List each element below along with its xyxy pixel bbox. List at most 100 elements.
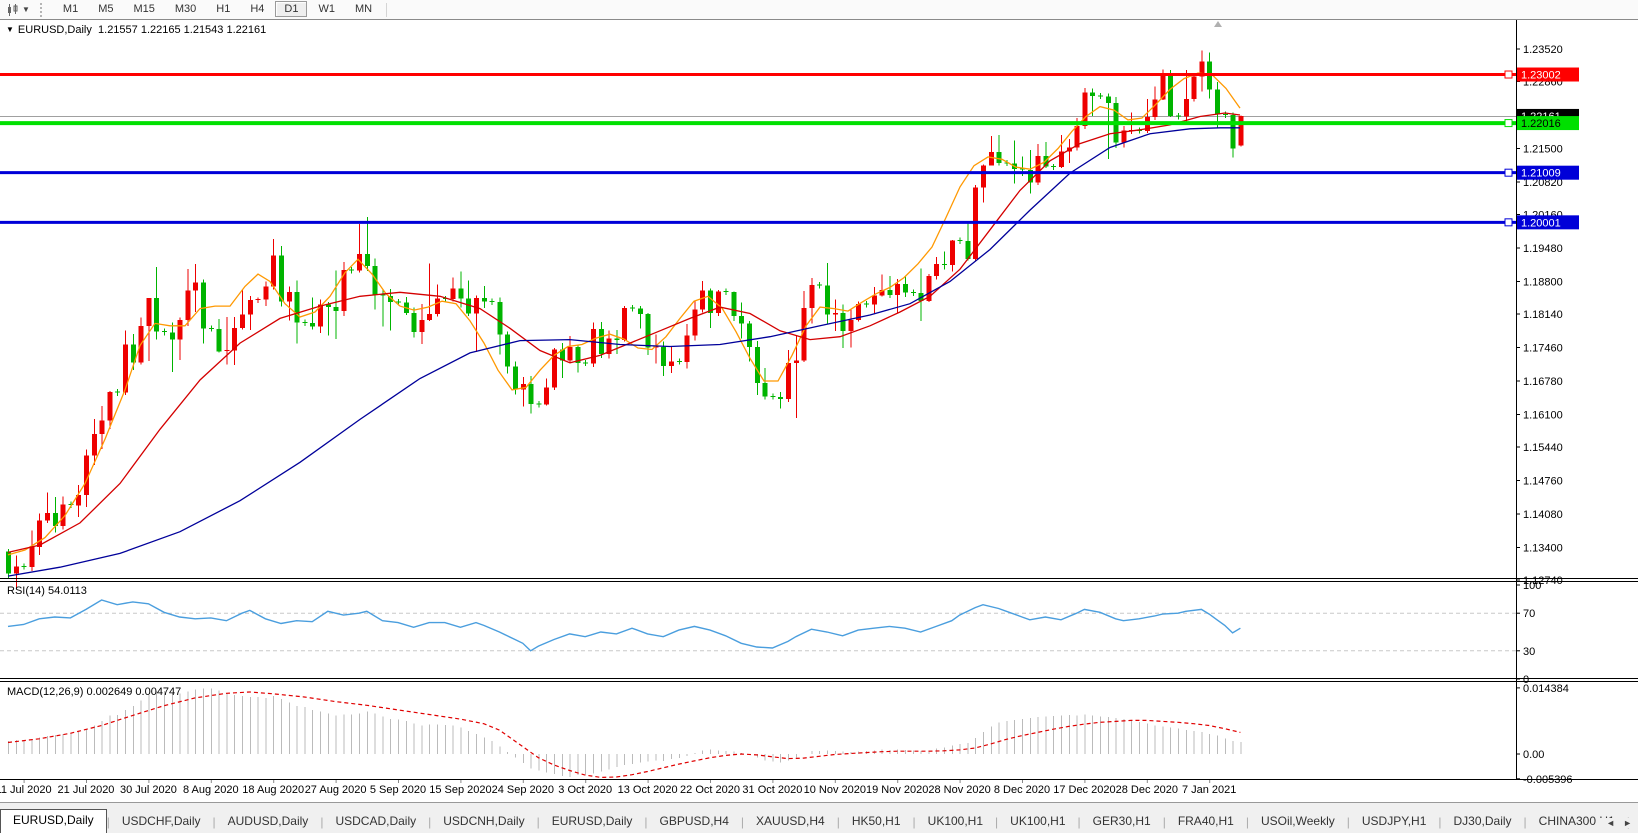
candle-body [201, 282, 206, 329]
candle-body [676, 360, 682, 362]
candle-body [1051, 166, 1057, 168]
candle-body [419, 319, 425, 333]
candle-body [154, 298, 160, 332]
candle-body [481, 297, 487, 302]
symbol-tab-eurusd-daily[interactable]: EURUSD,Daily [540, 811, 645, 833]
rsi-axis-label: 30 [1523, 646, 1535, 658]
candle-body [286, 291, 292, 302]
chart-canvas[interactable]: 1.235201.228601.215001.208201.201601.194… [0, 0, 1638, 802]
candle-body [544, 387, 550, 405]
candle-body [817, 284, 823, 286]
symbol-tab-eurusd-daily[interactable]: EURUSD,Daily [0, 809, 107, 833]
candle-body [996, 151, 1002, 163]
price-tick-label: 1.18140 [1523, 309, 1563, 321]
date-tick-label: 21 Jul 2020 [58, 784, 115, 796]
candle-body [193, 282, 199, 291]
symbol-tab-usdcad-daily[interactable]: USDCAD,Daily [323, 811, 428, 833]
symbol-tab-uk100-h1[interactable]: UK100,H1 [916, 811, 995, 833]
candle-body [185, 290, 191, 320]
candle-body [567, 347, 573, 361]
date-tick-label: 15 Sep 2020 [429, 784, 491, 796]
candle-body [1035, 155, 1041, 183]
symbol-tab-dj30-daily[interactable]: DJ30,Daily [1442, 811, 1524, 833]
tab-scroll-arrows: ◄ ► [1596, 818, 1636, 828]
macd-axis-label: 0.00 [1523, 749, 1544, 761]
symbol-tab-audusd-daily[interactable]: AUDUSD,Daily [216, 811, 321, 833]
price-label-text: 1.22016 [1521, 118, 1561, 130]
symbol-tab-fra40-h1[interactable]: FRA40,H1 [1166, 811, 1246, 833]
price-tick-label: 1.23520 [1523, 44, 1563, 56]
candle-body [271, 255, 277, 287]
candle-body [1168, 75, 1174, 116]
candle-body [1082, 92, 1088, 126]
candle-body [458, 288, 464, 299]
candle-body [630, 307, 635, 309]
candle-body [513, 366, 518, 390]
candle-body [793, 360, 799, 363]
candle-body [349, 269, 355, 271]
symbol-tab-gbpusd-h4[interactable]: GBPUSD,H4 [648, 811, 741, 833]
tab-scroll-left-icon[interactable]: ◄ [1606, 818, 1615, 828]
candle-body [1191, 76, 1197, 99]
hline-handle[interactable] [1504, 168, 1513, 177]
candle-body [13, 566, 19, 574]
candle-body [731, 291, 737, 316]
candle-body [255, 299, 261, 301]
candle-body [162, 331, 167, 333]
candle-body [895, 283, 901, 295]
candle-body [840, 313, 846, 332]
candle-body [903, 283, 908, 293]
candle-body [715, 291, 721, 314]
symbol-tab-usdjpy-h1[interactable]: USDJPY,H1 [1350, 811, 1438, 833]
rsi-axis-label: 70 [1523, 608, 1535, 620]
date-tick-label: 17 Dec 2020 [1053, 784, 1115, 796]
chart-background [0, 20, 1638, 802]
date-tick-label: 19 Nov 2020 [866, 784, 928, 796]
candle-body [770, 395, 776, 397]
candle-body [1152, 99, 1158, 117]
candle-body [981, 165, 986, 188]
symbol-tab-ger30-h1[interactable]: GER30,H1 [1081, 811, 1163, 833]
candle-body [91, 434, 97, 456]
candle-body [45, 513, 50, 521]
candle-body [279, 255, 284, 302]
price-label-text: 1.23002 [1521, 70, 1561, 82]
symbol-tab-usdcnh-daily[interactable]: USDCNH,Daily [431, 811, 536, 833]
candle-body [887, 289, 893, 295]
candle-body [364, 253, 370, 267]
candle-body [645, 314, 651, 348]
candle-body [1222, 114, 1228, 116]
symbol-tab-uk100-h1[interactable]: UK100,H1 [998, 811, 1077, 833]
candle-body [115, 391, 121, 393]
candle-body [864, 303, 869, 305]
symbol-tab-usdchf-daily[interactable]: USDCHF,Daily [110, 811, 213, 833]
candle-body [762, 382, 768, 397]
candle-body [435, 298, 440, 315]
candle-body [871, 295, 877, 305]
hline-handle[interactable] [1504, 218, 1513, 227]
symbol-tab-xauusd-h4[interactable]: XAUUSD,H4 [744, 811, 837, 833]
candle-body [224, 349, 230, 351]
candle-body [598, 328, 604, 354]
candle-body [489, 301, 495, 303]
candle-body [240, 314, 245, 328]
candle-body [988, 151, 994, 166]
symbol-tab-usoil-weekly[interactable]: USOil,Weekly [1249, 811, 1347, 833]
symbol-tab-hk50-h1[interactable]: HK50,H1 [840, 811, 913, 833]
candle-body [427, 314, 433, 320]
date-tick-label: 10 Nov 2020 [804, 784, 866, 796]
candle-body [411, 313, 417, 333]
candle-body [786, 362, 791, 400]
hline-handle[interactable] [1504, 119, 1513, 128]
candle-body [957, 240, 963, 242]
candle-body [1238, 115, 1244, 146]
candle-body [333, 307, 339, 312]
tab-scroll-right-icon[interactable]: ► [1623, 818, 1632, 828]
candle-body [37, 520, 43, 547]
candle-body [637, 308, 643, 315]
candle-body [310, 322, 316, 327]
candle-body [1090, 92, 1096, 96]
candle-body [450, 288, 456, 300]
hline-handle[interactable] [1504, 70, 1513, 79]
price-tick-label: 1.17460 [1523, 343, 1563, 355]
